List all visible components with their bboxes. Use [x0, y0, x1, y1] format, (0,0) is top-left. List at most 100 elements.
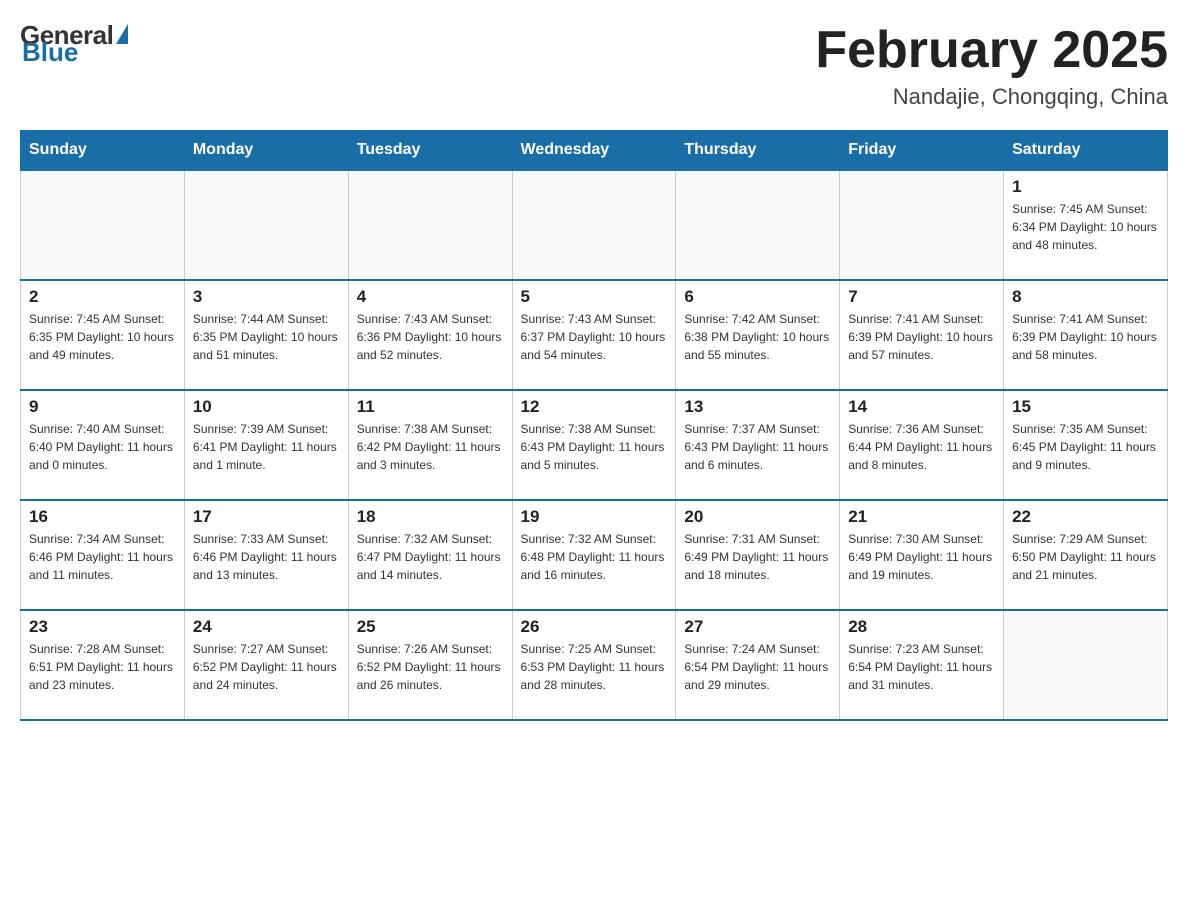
calendar-day-cell: 1 Sunrise: 7:45 AM Sunset: 6:34 PM Daylig…: [1004, 170, 1168, 280]
day-info: Sunrise: 7:33 AM Sunset: 6:46 PM Dayligh…: [193, 530, 340, 584]
day-info: Sunrise: 7:24 AM Sunset: 6:54 PM Dayligh…: [684, 640, 831, 694]
day-info: Sunrise: 7:41 AM Sunset: 6:39 PM Dayligh…: [1012, 310, 1159, 364]
day-info: Sunrise: 7:28 AM Sunset: 6:51 PM Dayligh…: [29, 640, 176, 694]
day-number: 23: [29, 617, 176, 637]
calendar-day-cell: 3 Sunrise: 7:44 AM Sunset: 6:35 PM Daylig…: [184, 280, 348, 390]
calendar-day-cell: 11 Sunrise: 7:38 AM Sunset: 6:42 PM Dayli…: [348, 390, 512, 500]
day-number: 21: [848, 507, 995, 527]
day-info: Sunrise: 7:43 AM Sunset: 6:36 PM Dayligh…: [357, 310, 504, 364]
day-info: Sunrise: 7:31 AM Sunset: 6:49 PM Dayligh…: [684, 530, 831, 584]
day-info: Sunrise: 7:42 AM Sunset: 6:38 PM Dayligh…: [684, 310, 831, 364]
calendar-day-cell: 13 Sunrise: 7:37 AM Sunset: 6:43 PM Dayli…: [676, 390, 840, 500]
day-info: Sunrise: 7:38 AM Sunset: 6:42 PM Dayligh…: [357, 420, 504, 474]
calendar-day-cell: 5 Sunrise: 7:43 AM Sunset: 6:37 PM Daylig…: [512, 280, 676, 390]
day-number: 10: [193, 397, 340, 417]
calendar-header-row: SundayMondayTuesdayWednesdayThursdayFrid…: [21, 131, 1168, 171]
calendar-day-cell: 7Sunrise: 7:41 AM Sunset: 6:39 PM Daylig…: [840, 280, 1004, 390]
calendar-week-row: 23 Sunrise: 7:28 AM Sunset: 6:51 PM Dayli…: [21, 610, 1168, 720]
calendar-week-row: 9 Sunrise: 7:40 AM Sunset: 6:40 PM Daylig…: [21, 390, 1168, 500]
calendar-week-row: 16 Sunrise: 7:34 AM Sunset: 6:46 PM Dayli…: [21, 500, 1168, 610]
calendar-day-cell: 20Sunrise: 7:31 AM Sunset: 6:49 PM Dayli…: [676, 500, 840, 610]
calendar-day-cell: 10 Sunrise: 7:39 AM Sunset: 6:41 PM Dayli…: [184, 390, 348, 500]
calendar-day-cell: 27 Sunrise: 7:24 AM Sunset: 6:54 PM Dayli…: [676, 610, 840, 720]
day-info: Sunrise: 7:36 AM Sunset: 6:44 PM Dayligh…: [848, 420, 995, 474]
day-number: 25: [357, 617, 504, 637]
calendar-day-cell: 22 Sunrise: 7:29 AM Sunset: 6:50 PM Dayli…: [1004, 500, 1168, 610]
calendar-day-cell: 21 Sunrise: 7:30 AM Sunset: 6:49 PM Dayli…: [840, 500, 1004, 610]
day-info: Sunrise: 7:45 AM Sunset: 6:34 PM Dayligh…: [1012, 200, 1159, 254]
day-info: Sunrise: 7:37 AM Sunset: 6:43 PM Dayligh…: [684, 420, 831, 474]
calendar-day-cell: 14 Sunrise: 7:36 AM Sunset: 6:44 PM Dayli…: [840, 390, 1004, 500]
day-info: Sunrise: 7:25 AM Sunset: 6:53 PM Dayligh…: [521, 640, 668, 694]
day-info: Sunrise: 7:35 AM Sunset: 6:45 PM Dayligh…: [1012, 420, 1159, 474]
calendar-day-cell: 17Sunrise: 7:33 AM Sunset: 6:46 PM Dayli…: [184, 500, 348, 610]
title-area: February 2025 Nandajie, Chongqing, China: [815, 20, 1168, 110]
day-number: 16: [29, 507, 176, 527]
calendar-day-cell: [1004, 610, 1168, 720]
calendar-week-row: 2 Sunrise: 7:45 AM Sunset: 6:35 PM Daylig…: [21, 280, 1168, 390]
day-info: Sunrise: 7:38 AM Sunset: 6:43 PM Dayligh…: [521, 420, 668, 474]
calendar-day-cell: [21, 170, 185, 280]
day-info: Sunrise: 7:23 AM Sunset: 6:54 PM Dayligh…: [848, 640, 995, 694]
calendar-day-cell: 4 Sunrise: 7:43 AM Sunset: 6:36 PM Daylig…: [348, 280, 512, 390]
day-number: 26: [521, 617, 668, 637]
day-info: Sunrise: 7:27 AM Sunset: 6:52 PM Dayligh…: [193, 640, 340, 694]
calendar-day-cell: 25 Sunrise: 7:26 AM Sunset: 6:52 PM Dayli…: [348, 610, 512, 720]
day-number: 4: [357, 287, 504, 307]
calendar-day-cell: [676, 170, 840, 280]
calendar-day-cell: 15 Sunrise: 7:35 AM Sunset: 6:45 PM Dayli…: [1004, 390, 1168, 500]
day-number: 15: [1012, 397, 1159, 417]
day-info: Sunrise: 7:34 AM Sunset: 6:46 PM Dayligh…: [29, 530, 176, 584]
day-info: Sunrise: 7:45 AM Sunset: 6:35 PM Dayligh…: [29, 310, 176, 364]
day-info: Sunrise: 7:43 AM Sunset: 6:37 PM Dayligh…: [521, 310, 668, 364]
day-number: 3: [193, 287, 340, 307]
calendar-day-cell: 18 Sunrise: 7:32 AM Sunset: 6:47 PM Dayli…: [348, 500, 512, 610]
month-title: February 2025: [815, 20, 1168, 80]
day-number: 19: [521, 507, 668, 527]
day-number: 27: [684, 617, 831, 637]
location-text: Nandajie, Chongqing, China: [815, 84, 1168, 110]
calendar-table: SundayMondayTuesdayWednesdayThursdayFrid…: [20, 130, 1168, 721]
day-of-week-header: Tuesday: [348, 131, 512, 171]
calendar-day-cell: [348, 170, 512, 280]
day-number: 14: [848, 397, 995, 417]
day-info: Sunrise: 7:32 AM Sunset: 6:47 PM Dayligh…: [357, 530, 504, 584]
day-info: Sunrise: 7:26 AM Sunset: 6:52 PM Dayligh…: [357, 640, 504, 694]
calendar-day-cell: 9 Sunrise: 7:40 AM Sunset: 6:40 PM Daylig…: [21, 390, 185, 500]
day-number: 7: [848, 287, 995, 307]
calendar-day-cell: 6 Sunrise: 7:42 AM Sunset: 6:38 PM Daylig…: [676, 280, 840, 390]
day-number: 24: [193, 617, 340, 637]
day-number: 5: [521, 287, 668, 307]
day-info: Sunrise: 7:29 AM Sunset: 6:50 PM Dayligh…: [1012, 530, 1159, 584]
calendar-day-cell: 8 Sunrise: 7:41 AM Sunset: 6:39 PM Daylig…: [1004, 280, 1168, 390]
calendar-day-cell: [512, 170, 676, 280]
day-number: 13: [684, 397, 831, 417]
day-number: 11: [357, 397, 504, 417]
day-of-week-header: Wednesday: [512, 131, 676, 171]
day-of-week-header: Monday: [184, 131, 348, 171]
calendar-day-cell: 2 Sunrise: 7:45 AM Sunset: 6:35 PM Daylig…: [21, 280, 185, 390]
calendar-day-cell: 16 Sunrise: 7:34 AM Sunset: 6:46 PM Dayli…: [21, 500, 185, 610]
day-number: 9: [29, 397, 176, 417]
day-number: 2: [29, 287, 176, 307]
day-number: 6: [684, 287, 831, 307]
logo: General Blue: [20, 20, 128, 68]
calendar-day-cell: 26 Sunrise: 7:25 AM Sunset: 6:53 PM Dayli…: [512, 610, 676, 720]
page-header: General Blue February 2025 Nandajie, Cho…: [20, 20, 1168, 110]
day-number: 8: [1012, 287, 1159, 307]
day-info: Sunrise: 7:32 AM Sunset: 6:48 PM Dayligh…: [521, 530, 668, 584]
calendar-day-cell: 23 Sunrise: 7:28 AM Sunset: 6:51 PM Dayli…: [21, 610, 185, 720]
day-number: 22: [1012, 507, 1159, 527]
day-info: Sunrise: 7:40 AM Sunset: 6:40 PM Dayligh…: [29, 420, 176, 474]
day-info: Sunrise: 7:39 AM Sunset: 6:41 PM Dayligh…: [193, 420, 340, 474]
calendar-day-cell: [184, 170, 348, 280]
day-number: 18: [357, 507, 504, 527]
logo-triangle-icon: [116, 24, 128, 44]
calendar-day-cell: 24 Sunrise: 7:27 AM Sunset: 6:52 PM Dayli…: [184, 610, 348, 720]
calendar-day-cell: 12Sunrise: 7:38 AM Sunset: 6:43 PM Dayli…: [512, 390, 676, 500]
day-number: 1: [1012, 177, 1159, 197]
day-info: Sunrise: 7:30 AM Sunset: 6:49 PM Dayligh…: [848, 530, 995, 584]
calendar-day-cell: 28Sunrise: 7:23 AM Sunset: 6:54 PM Dayli…: [840, 610, 1004, 720]
day-of-week-header: Saturday: [1004, 131, 1168, 171]
day-info: Sunrise: 7:44 AM Sunset: 6:35 PM Dayligh…: [193, 310, 340, 364]
